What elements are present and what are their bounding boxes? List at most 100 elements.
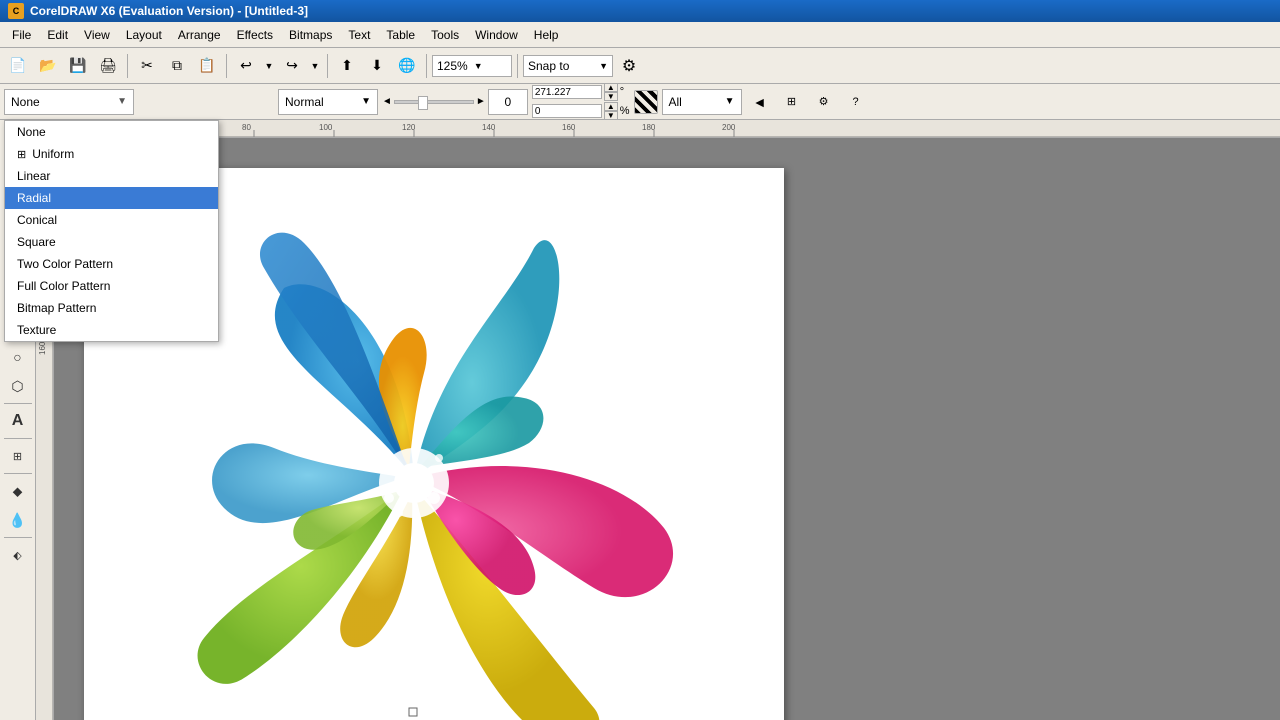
menu-file[interactable]: File	[4, 24, 39, 46]
coord-y-up[interactable]: ▲	[604, 102, 618, 111]
print-button[interactable]: 🖨	[94, 52, 122, 80]
fill-square[interactable]: Square	[5, 231, 218, 253]
fill-bitmap[interactable]: Bitmap Pattern	[5, 297, 218, 319]
coord-x-spin: ▲ ▼	[604, 83, 618, 101]
fill-full-color[interactable]: Full Color Pattern	[5, 275, 218, 297]
coordinates-box: ▲ ▼ ° ▲ ▼ %	[532, 83, 630, 120]
fill-tool[interactable]: ⬥	[4, 477, 32, 505]
blend-mode-dropdown[interactable]: Normal ▼	[278, 89, 378, 115]
cut-button[interactable]: ✂	[133, 52, 161, 80]
interactive-fill[interactable]: ⬖	[4, 541, 32, 569]
app-logo: C	[8, 3, 24, 19]
slider-left-arrow[interactable]: ◄	[382, 96, 392, 107]
sep5	[517, 54, 518, 78]
menu-table[interactable]: Table	[378, 24, 423, 46]
help-icon-button[interactable]: ?	[842, 88, 870, 116]
fill-conical-label: Conical	[17, 213, 57, 227]
slider-right-arrow[interactable]: ►	[476, 96, 486, 107]
redo-button[interactable]: ↪	[278, 52, 306, 80]
coord-x-row: ▲ ▼ °	[532, 83, 630, 101]
eyedropper-tool[interactable]: 💧	[4, 506, 32, 534]
menu-tools[interactable]: Tools	[423, 24, 467, 46]
undo-button[interactable]: ↩	[232, 52, 260, 80]
menu-edit[interactable]: Edit	[39, 24, 76, 46]
opacity-value-input[interactable]	[488, 89, 528, 115]
fill-square-label: Square	[17, 235, 56, 249]
polygon-tool[interactable]: ⬡	[4, 372, 32, 400]
paste-button[interactable]: 📋	[193, 52, 221, 80]
publish-button[interactable]: 🌐	[393, 52, 421, 80]
titlebar: C CorelDRAW X6 (Evaluation Version) - [U…	[0, 0, 1280, 22]
settings-button[interactable]: ⚙	[810, 88, 838, 116]
title-text: CorelDRAW X6 (Evaluation Version) - [Unt…	[30, 4, 308, 18]
coord-y-down[interactable]: ▼	[604, 111, 618, 120]
fill-linear[interactable]: Linear	[5, 165, 218, 187]
fill-texture-label: Texture	[17, 323, 56, 337]
coord-x-down[interactable]: ▼	[604, 92, 618, 101]
snap-arrow: ▼	[599, 61, 608, 71]
channel-dropdown[interactable]: All ▼	[662, 89, 742, 115]
menu-view[interactable]: View	[76, 24, 118, 46]
fill-linear-label: Linear	[17, 169, 50, 183]
new-button[interactable]: 📄	[4, 52, 32, 80]
fill-none[interactable]: None	[5, 121, 218, 143]
export-button[interactable]: ⬇	[363, 52, 391, 80]
fill-type-dropdown[interactable]: None ▼	[4, 89, 134, 115]
coord-x-input[interactable]	[532, 85, 602, 99]
opacity-slider-track[interactable]	[394, 100, 474, 104]
opacity-slider-area: ◄ ►	[382, 89, 528, 115]
uniform-icon: ⊞	[17, 148, 26, 161]
fill-conical[interactable]: Conical	[5, 209, 218, 231]
canvas-area: 40 60 80 100 120 140 160 180 200	[36, 120, 1280, 720]
tool-sep5	[4, 438, 32, 439]
horizontal-ruler: 40 60 80 100 120 140 160 180 200	[54, 120, 1280, 138]
more-button[interactable]: ⊞	[778, 88, 806, 116]
snap-label: Snap to	[528, 59, 569, 73]
tool-sep6	[4, 473, 32, 474]
ellipse-tool[interactable]: ○	[4, 343, 32, 371]
zoom-value: 125%	[437, 59, 468, 73]
fill-two-color-label: Two Color Pattern	[17, 257, 113, 271]
menu-layout[interactable]: Layout	[118, 24, 170, 46]
open-button[interactable]: 📂	[34, 52, 62, 80]
fill-type-value: None	[11, 95, 40, 109]
tool-sep7	[4, 537, 32, 538]
undo-dropdown[interactable]: ▼	[262, 52, 276, 80]
fill-texture[interactable]: Texture	[5, 319, 218, 341]
menubar: File Edit View Layout Arrange Effects Bi…	[0, 22, 1280, 48]
text-tool[interactable]: A	[4, 407, 32, 435]
coord-x-up[interactable]: ▲	[604, 83, 618, 92]
menu-help[interactable]: Help	[526, 24, 567, 46]
menu-window[interactable]: Window	[467, 24, 526, 46]
zoom-dropdown-arrow[interactable]: ▼	[474, 61, 483, 71]
coord-y-input[interactable]	[532, 104, 602, 118]
svg-text:160: 160	[38, 341, 47, 355]
table-tool[interactable]: ⊞	[4, 442, 32, 470]
import-button[interactable]: ⬆	[333, 52, 361, 80]
menu-bitmaps[interactable]: Bitmaps	[281, 24, 340, 46]
sep4	[426, 54, 427, 78]
options-button[interactable]: ⚙	[615, 52, 643, 80]
drawing-canvas[interactable]	[54, 138, 1280, 720]
save-button[interactable]: 💾	[64, 52, 92, 80]
redo-dropdown[interactable]: ▼	[308, 52, 322, 80]
prev-button[interactable]: ◄	[746, 88, 774, 116]
channel-value: All	[669, 95, 682, 109]
opacity-slider-thumb[interactable]	[418, 96, 428, 110]
snap-dropdown[interactable]: Snap to ▼	[523, 55, 613, 77]
menu-text[interactable]: Text	[340, 24, 378, 46]
fill-radial[interactable]: Radial	[5, 187, 218, 209]
blend-mode-arrow: ▼	[361, 96, 371, 107]
channel-arrow: ▼	[725, 96, 735, 107]
zoom-selector[interactable]: 125% ▼	[432, 55, 512, 77]
menu-effects[interactable]: Effects	[229, 24, 281, 46]
sep3	[327, 54, 328, 78]
copy-button[interactable]: ⧉	[163, 52, 191, 80]
tool-sep4	[4, 403, 32, 404]
fill-radial-label: Radial	[17, 191, 51, 205]
menu-arrange[interactable]: Arrange	[170, 24, 229, 46]
fill-uniform[interactable]: ⊞ Uniform	[5, 143, 218, 165]
fill-none-label: None	[17, 125, 46, 139]
property-bar: None ▼ None ⊞ Uniform Linear Radial Coni…	[0, 84, 1280, 120]
fill-two-color[interactable]: Two Color Pattern	[5, 253, 218, 275]
